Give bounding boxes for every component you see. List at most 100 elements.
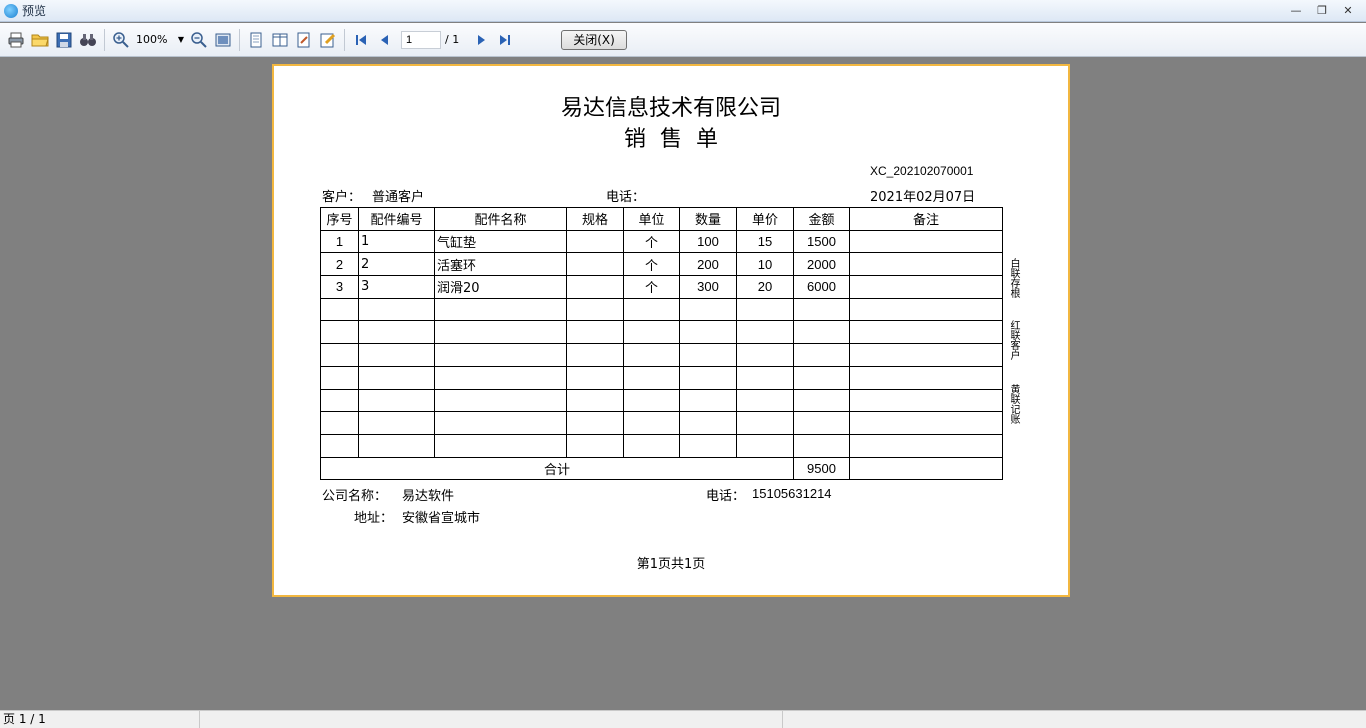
address-value: 安徽省宣城市	[402, 511, 481, 526]
order-date: 2021年02月07日	[870, 190, 976, 205]
table-cell	[736, 433, 794, 458]
minimize-icon[interactable]: —	[1286, 2, 1306, 19]
toolbar-separator	[104, 28, 105, 51]
column-header: 配件编号	[358, 207, 435, 231]
company-title: 易达信息技术有限公司	[560, 96, 781, 121]
table-cell	[566, 320, 624, 345]
print-icon[interactable]	[6, 30, 26, 50]
table-cell	[793, 433, 850, 458]
table-row	[320, 320, 1003, 345]
table-cell	[566, 252, 624, 277]
column-header: 备注	[849, 207, 1003, 231]
table-cell	[623, 365, 680, 390]
table-cell	[679, 297, 737, 322]
table-cell	[358, 388, 435, 413]
toolbar: 100% ▼ / 1 关闭(X)	[0, 23, 1366, 57]
side-copy-red: 红联客户	[1008, 320, 1019, 360]
page-setup-icon[interactable]	[294, 30, 314, 50]
column-header: 金额	[793, 207, 850, 231]
table-cell: 3	[358, 275, 435, 299]
column-header: 配件名称	[434, 207, 567, 231]
find-icon[interactable]	[78, 30, 98, 50]
page-footer: 第1页共1页	[636, 557, 706, 572]
page-number-input[interactable]	[401, 30, 441, 49]
table-cell: 100	[679, 229, 737, 254]
next-page-icon[interactable]	[471, 30, 491, 50]
order-number: XC_202102070001	[870, 164, 974, 178]
customer-label: 客户：	[322, 190, 362, 205]
table-cell	[320, 320, 359, 345]
table-row: 3 3 润滑20 个 300 20 6000	[320, 275, 1003, 299]
zoom-out-icon[interactable]	[189, 30, 209, 50]
column-header: 规格	[566, 207, 624, 231]
table-cell	[358, 411, 435, 435]
table-cell	[623, 297, 680, 322]
table-cell	[793, 320, 850, 345]
two-pages-icon[interactable]	[270, 30, 290, 50]
table-cell: 1	[320, 229, 359, 254]
table-cell	[320, 433, 359, 458]
single-page-icon[interactable]	[246, 30, 266, 50]
table-row	[320, 343, 1003, 367]
table-row	[320, 433, 1003, 458]
page-total: / 1	[445, 33, 460, 46]
chevron-down-icon: ▼	[177, 35, 184, 44]
table-cell	[736, 365, 794, 390]
prev-page-icon[interactable]	[375, 30, 395, 50]
edit-icon[interactable]	[318, 30, 338, 50]
column-header: 单位	[623, 207, 680, 231]
table-cell	[849, 252, 1003, 277]
table-cell	[849, 343, 1003, 367]
side-copy-yellow: 黄联记账	[1008, 384, 1019, 424]
table-cell: 10	[736, 252, 794, 277]
table-cell	[358, 320, 435, 345]
table-cell	[434, 411, 567, 435]
table-cell	[849, 297, 1003, 322]
zoom-in-icon[interactable]	[111, 30, 131, 50]
table-cell: 个	[623, 252, 680, 277]
table-cell: 2	[320, 252, 359, 277]
table-cell	[623, 433, 680, 458]
company-phone-value: 15105631214	[752, 486, 832, 501]
table-cell	[434, 320, 567, 345]
first-page-icon[interactable]	[351, 30, 371, 50]
total-row: 合计 9500	[320, 456, 1003, 481]
table-cell: 1	[358, 229, 435, 254]
table-cell: 20	[736, 275, 794, 299]
zoom-select[interactable]: 100% ▼	[136, 31, 184, 49]
items-table: 序号 配件编号 配件名称 规格 单位 数量 单价 金额 备注 1 1 气缸垫个 100…	[320, 207, 1003, 481]
table-cell	[358, 297, 435, 322]
last-page-icon[interactable]	[495, 30, 515, 50]
table-cell	[849, 433, 1003, 458]
table-cell	[849, 229, 1003, 254]
table-cell	[849, 411, 1003, 435]
zoom-value: 100%	[136, 33, 168, 46]
table-cell	[434, 297, 567, 322]
company-name-label: 公司名称：	[322, 489, 388, 504]
save-icon[interactable]	[54, 30, 74, 50]
close-button[interactable]: 关闭(X)	[561, 29, 627, 50]
table-cell	[320, 297, 359, 322]
table-row	[320, 411, 1003, 435]
close-window-icon[interactable]: ✕	[1338, 2, 1358, 19]
company-phone-label: 电话：	[706, 489, 746, 504]
window-title: 预览	[22, 4, 47, 18]
address-label: 地址：	[354, 511, 394, 526]
open-folder-icon[interactable]	[30, 30, 50, 50]
table-cell	[679, 343, 737, 367]
table-cell	[679, 320, 737, 345]
maximize-icon[interactable]: ❐	[1312, 2, 1332, 19]
side-copy-white: 白联存根	[1008, 258, 1019, 298]
table-cell: 个	[623, 229, 680, 254]
table-cell	[320, 388, 359, 413]
table-cell	[623, 343, 680, 367]
table-cell	[623, 320, 680, 345]
table-cell	[793, 411, 850, 435]
table-cell	[566, 411, 624, 435]
table-cell: 3	[320, 275, 359, 299]
table-cell	[434, 343, 567, 367]
column-header: 单价	[736, 207, 794, 231]
toolbar-separator	[239, 28, 240, 51]
fit-page-icon[interactable]	[213, 30, 233, 50]
table-cell	[566, 433, 624, 458]
